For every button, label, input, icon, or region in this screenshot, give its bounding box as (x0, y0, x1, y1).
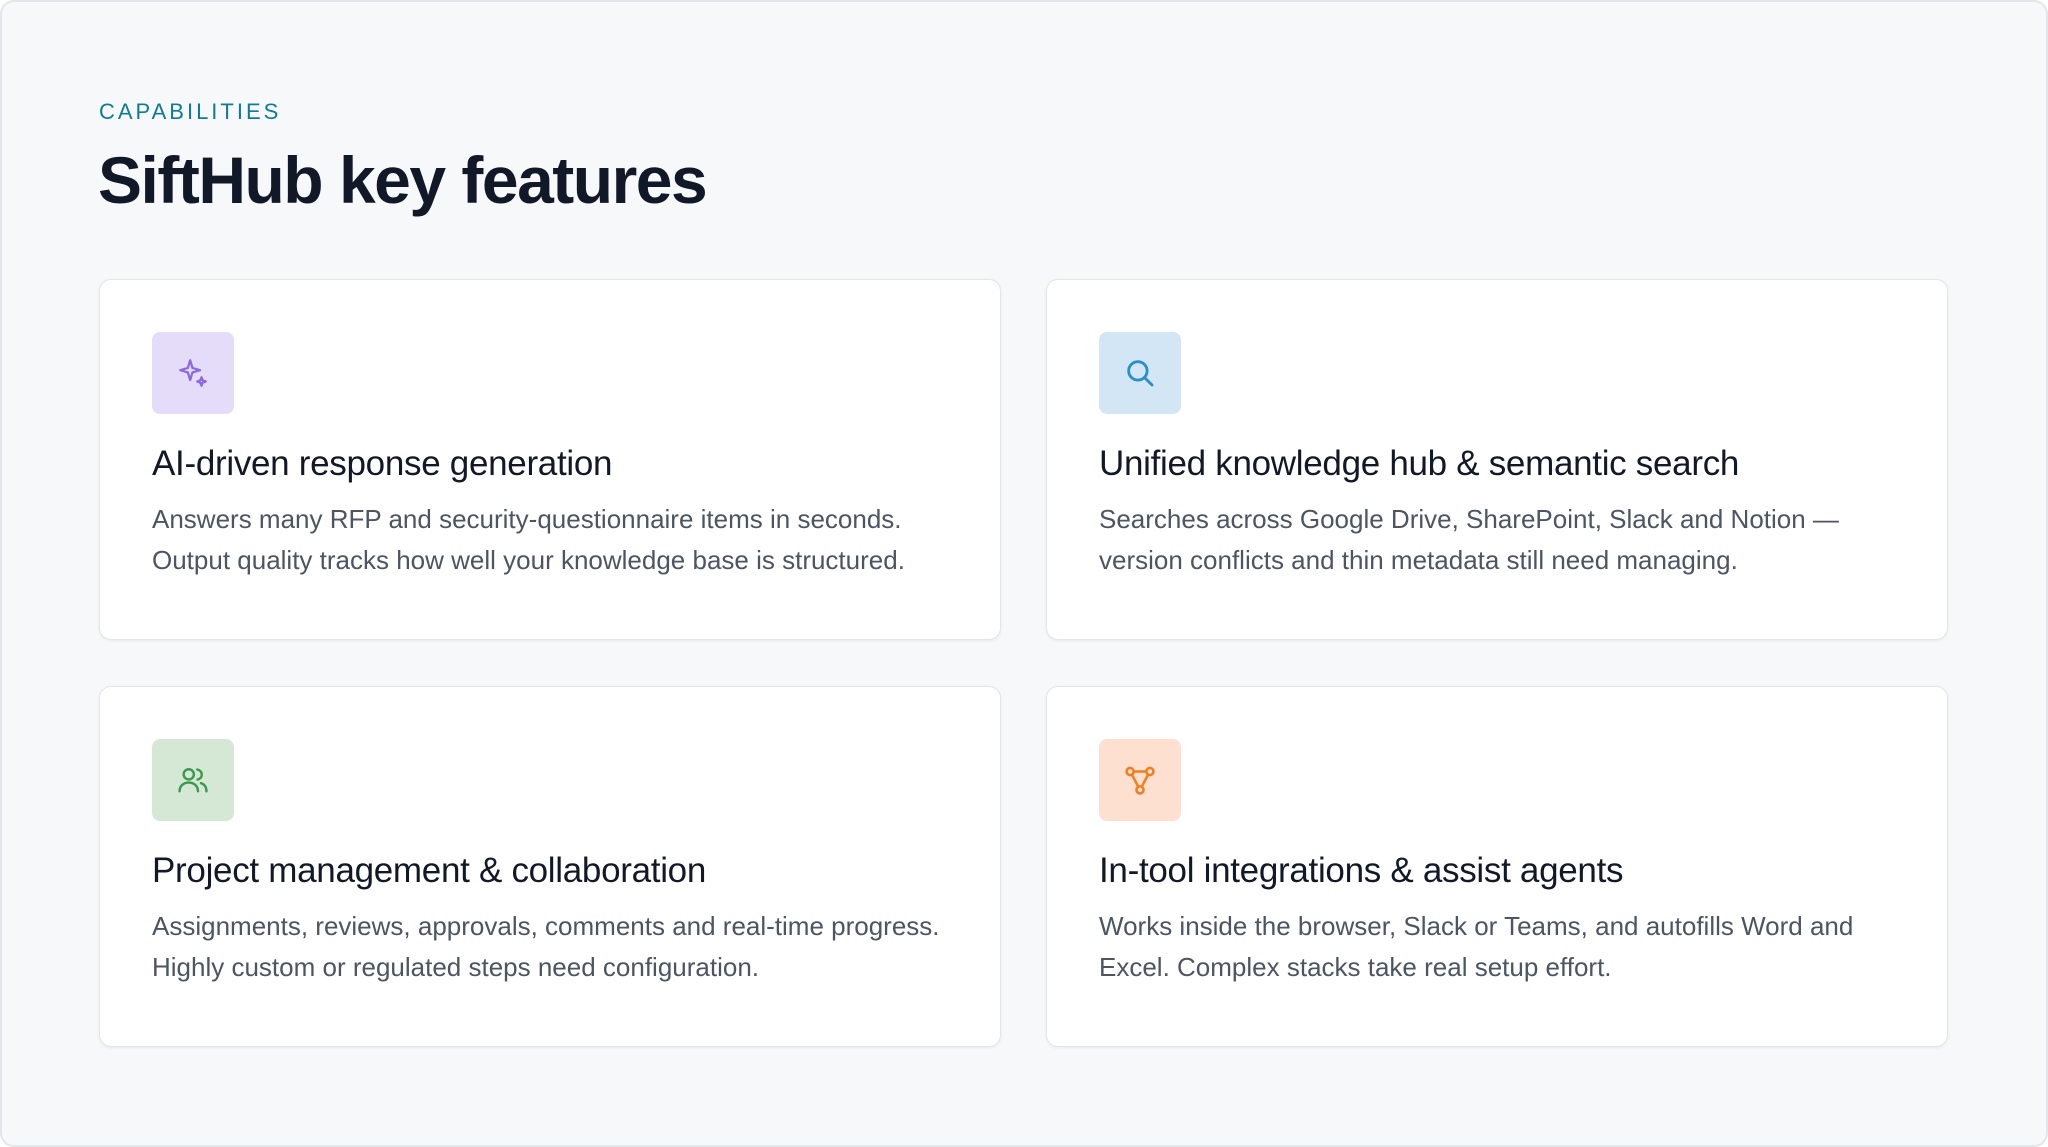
users-icon-box (152, 739, 234, 821)
sparkle-icon-box (152, 332, 234, 414)
section-eyebrow: CAPABILITIES (99, 99, 282, 124)
feature-description: Works inside the browser, Slack or Teams… (1099, 911, 1854, 982)
feature-description: Assignments, reviews, approvals, comment… (152, 911, 940, 982)
feature-description: Searches across Google Drive, SharePoint… (1099, 504, 1839, 575)
feature-title: Unified knowledge hub & semantic search (1099, 444, 1740, 483)
page-frame: CAPABILITIES SiftHub key features AI-dri… (0, 0, 2048, 1147)
feature-title: Project management & collaboration (152, 851, 707, 890)
users-icon (178, 768, 208, 793)
sparkle-icon (179, 359, 207, 387)
integration-icon-box (1099, 739, 1181, 821)
page-title: SiftHub key features (98, 143, 708, 217)
feature-card-ai-response: AI-driven response generation Answers ma… (99, 279, 1001, 640)
feature-card-integrations: In-tool integrations & assist agents Wor… (1046, 686, 1948, 1047)
search-icon (1127, 360, 1154, 387)
feature-card-knowledge-hub: Unified knowledge hub & semantic search … (1046, 279, 1948, 640)
search-icon-box (1099, 332, 1181, 414)
feature-description: Answers many RFP and security-questionna… (152, 504, 905, 575)
feature-card-project-management: Project management & collaboration Assig… (99, 686, 1001, 1047)
integration-icon (1125, 766, 1155, 795)
feature-title: In-tool integrations & assist agents (1099, 851, 1624, 890)
feature-title: AI-driven response generation (152, 444, 613, 483)
